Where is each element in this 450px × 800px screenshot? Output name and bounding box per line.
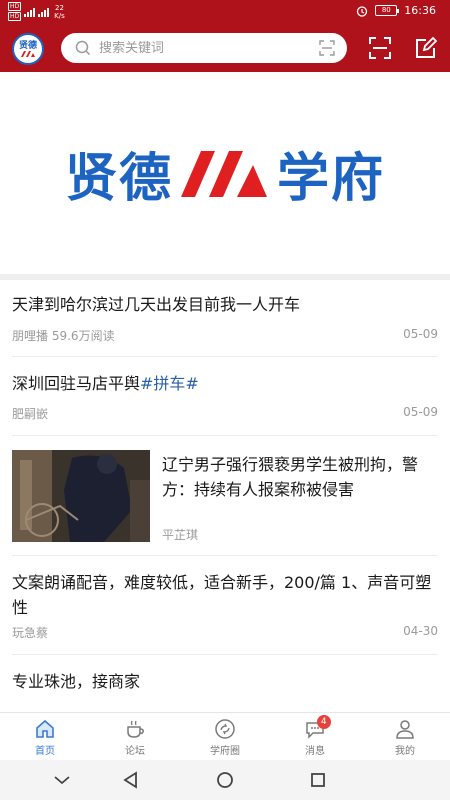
network-speed-value: 22 xyxy=(54,3,64,12)
bottom-tab-bar: 首页 论坛 学府圈 4 消息 我的 xyxy=(0,712,450,760)
tab-label: 学府圈 xyxy=(210,746,240,757)
qr-scan-icon[interactable] xyxy=(368,36,392,60)
status-left: HD HD 22 K/s xyxy=(8,2,65,21)
unread-badge: 4 xyxy=(316,715,331,729)
item-author: 平芷琪 xyxy=(162,528,199,542)
banner-logo: 贤德 学府 xyxy=(65,136,385,211)
tab-label: 首页 xyxy=(35,746,55,757)
edit-post-icon[interactable] xyxy=(414,36,438,60)
item-title: 天津到哈尔滨过几天出发目前我一人开车 xyxy=(12,295,301,314)
home-circle-icon[interactable] xyxy=(215,770,235,790)
search-icon xyxy=(75,40,91,56)
sim1-label: HD xyxy=(8,2,22,11)
item-date: 04-30 xyxy=(403,624,438,638)
tab-forum[interactable]: 论坛 xyxy=(90,713,180,760)
back-triangle-icon[interactable] xyxy=(121,770,141,790)
alarm-icon xyxy=(357,5,368,17)
network-speed-unit: K/s xyxy=(54,11,65,20)
list-item[interactable]: 专业珠池，接商家 xyxy=(12,655,438,712)
clock: 16:36 xyxy=(404,4,436,17)
item-title: 辽宁男子强行猥亵男学生被刑拘，警方：持续有人报案称被侵害 xyxy=(162,455,419,499)
logo-mark-icon xyxy=(21,51,35,57)
item-tag[interactable]: #拼车# xyxy=(140,374,199,393)
signal-icon xyxy=(38,7,50,17)
search-input[interactable] xyxy=(99,40,299,56)
item-reads: 59.6万阅读 xyxy=(51,329,115,343)
item-title-text: 深圳回驻马店平舆 xyxy=(12,374,141,393)
refresh-circle-icon xyxy=(215,719,235,739)
battery-icon: 80 xyxy=(375,5,400,16)
item-author-name: 朋哩播 xyxy=(12,329,49,343)
banner-mark-icon xyxy=(181,151,267,197)
item-author: 玩急蔡 xyxy=(12,626,49,640)
tab-label: 论坛 xyxy=(125,746,145,757)
tab-messages[interactable]: 4 消息 xyxy=(270,713,360,760)
item-title: 深圳回驻马店平舆#拼车# xyxy=(12,371,199,396)
recent-apps-icon[interactable] xyxy=(308,770,328,790)
signal-icons xyxy=(24,7,36,17)
banner-text-right: 学府 xyxy=(277,147,386,209)
tab-home[interactable]: 首页 xyxy=(0,713,90,760)
banner-text-left: 贤德 xyxy=(64,147,173,209)
list-item[interactable]: 天津到哈尔滨过几天出发目前我一人开车 朋哩播 59.6万阅读 05-09 xyxy=(12,280,438,357)
app-logo-text: 贤德 xyxy=(18,41,37,51)
item-title: 文案朗诵配音，难度较低，适合新手，200/篇 1、声音可塑性 xyxy=(12,573,432,617)
app-screen: HD HD 22 K/s 80 16:36 贤德 搜索关键词 贤德 学府 天津到… xyxy=(0,0,450,800)
system-nav-bar xyxy=(0,760,450,800)
network-speed: 22 K/s xyxy=(54,4,65,20)
sim-indicators: HD HD xyxy=(8,2,22,21)
app-header: 贤德 xyxy=(0,24,450,72)
item-author: 朋哩播 59.6万阅读 xyxy=(12,327,115,344)
news-feed: 天津到哈尔滨过几天出发目前我一人开车 朋哩播 59.6万阅读 05-09 深圳回… xyxy=(0,280,450,712)
status-right: 80 16:36 xyxy=(356,4,436,17)
list-item[interactable]: 文案朗诵配音，难度较低，适合新手，200/篇 1、声音可塑性 玩急蔡 04-30 xyxy=(12,556,438,655)
app-logo[interactable]: 贤德 xyxy=(12,33,44,65)
search-bar[interactable] xyxy=(61,33,347,63)
list-item[interactable]: 辽宁男子强行猥亵男学生被刑拘，警方：持续有人报案称被侵害 平芷琪 xyxy=(12,436,438,556)
home-icon xyxy=(36,719,54,738)
item-thumbnail xyxy=(12,450,150,542)
scan-icon[interactable] xyxy=(319,40,335,56)
tab-circle[interactable]: 学府圈 xyxy=(180,713,270,760)
status-bar: HD HD 22 K/s 80 16:36 xyxy=(0,0,450,24)
item-date: 05-09 xyxy=(403,327,438,341)
list-item[interactable]: 深圳回驻马店平舆#拼车# 肥嗣嵌 05-09 xyxy=(12,357,438,436)
item-date: 05-09 xyxy=(403,405,438,419)
coffee-cup-icon xyxy=(127,720,144,738)
item-title: 专业珠池，接商家 xyxy=(12,672,141,691)
signal-icon xyxy=(24,7,36,17)
item-author: 肥嗣嵌 xyxy=(12,407,49,421)
sim2-label: HD xyxy=(8,12,22,21)
tab-label: 我的 xyxy=(395,746,415,757)
tab-profile[interactable]: 我的 xyxy=(360,713,450,760)
banner[interactable]: 贤德 学府 xyxy=(0,72,450,274)
chevron-down-icon[interactable] xyxy=(52,770,72,790)
tab-label: 消息 xyxy=(305,746,325,757)
news-photo-image xyxy=(12,450,150,542)
user-icon xyxy=(396,720,414,739)
